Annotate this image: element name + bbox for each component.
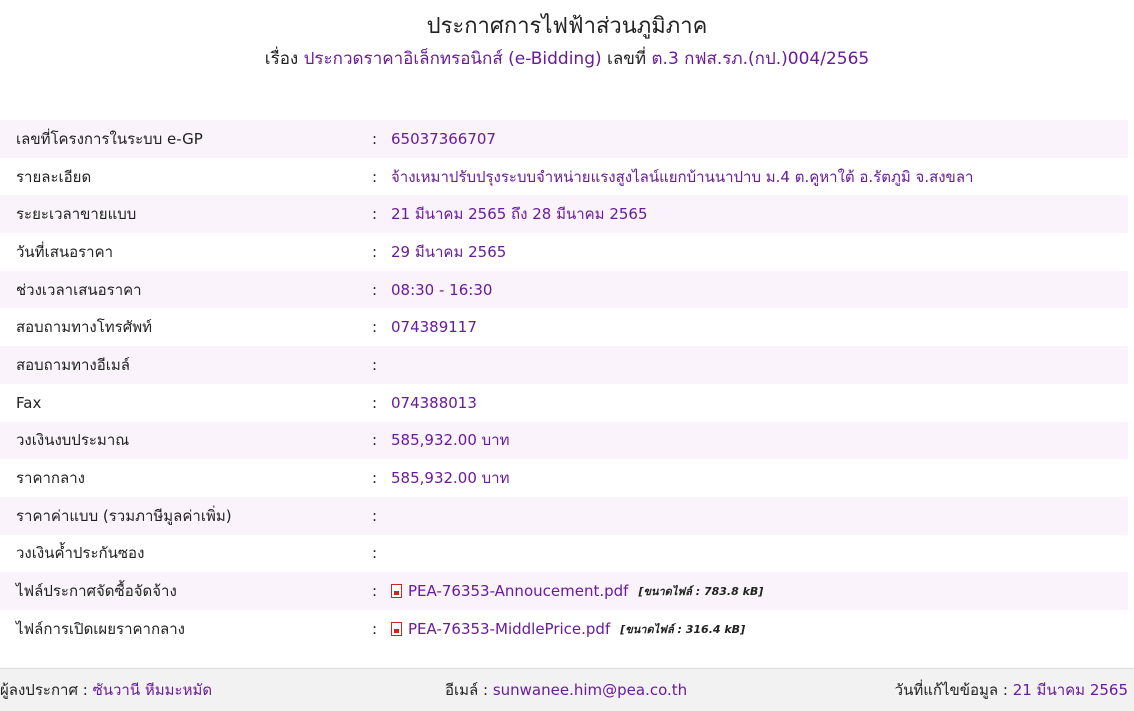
announcement-subject: เรื่อง ประกวดราคาอิเล็กทรอนิกส์ (e-Biddi… xyxy=(0,44,1134,74)
detail-label: ระยะเวลาขายแบบ xyxy=(16,205,137,224)
detail-row-middle-price: ราคากลาง : 585,932.00 บาท xyxy=(0,459,1128,497)
detail-row-budget: วงเงินงบประมาณ : 585,932.00 บาท xyxy=(0,421,1128,460)
detail-label: ไฟล์ประกาศจัดซื้อจัดจ้าง xyxy=(16,582,177,601)
contact-email-info: อีเมล์ : sunwanee.him@pea.co.th xyxy=(445,669,687,711)
detail-row-bid-date: วันที่เสนอราคา : 29 มีนาคม 2565 xyxy=(0,233,1128,271)
detail-label: สอบถามทางอีเมล์ xyxy=(16,355,130,374)
email-label: อีเมล์ : xyxy=(445,681,489,699)
file-entry: PEA-76353-Annoucement.pdf [ขนาดไฟล์ : 78… xyxy=(391,582,1128,600)
detail-row-email: สอบถามทางอีเมล์ : xyxy=(0,346,1128,384)
detail-row-middle-price-file: ไฟล์การเปิดเผยราคากลาง : PEA-76353-Middl… xyxy=(0,610,1128,648)
detail-value: 29 มีนาคม 2565 xyxy=(391,242,507,261)
detail-row-egp-project-number: เลขที่โครงการในระบบ e-GP : 65037366707 xyxy=(0,120,1128,158)
separator: : xyxy=(372,582,378,601)
detail-row-description: รายละเอียด : จ้างเหมาปรับปรุงระบบจำหน่าย… xyxy=(0,158,1128,196)
detail-value: จ้างเหมาปรับปรุงระบบจำหน่ายแรงสูงไลน์แยก… xyxy=(391,167,974,186)
pdf-file-icon[interactable] xyxy=(391,584,402,599)
detail-label: เลขที่โครงการในระบบ e-GP xyxy=(16,129,203,148)
detail-label: ช่วงเวลาเสนอราคา xyxy=(16,280,142,299)
detail-value: 074388013 xyxy=(391,393,477,412)
separator: : xyxy=(372,242,378,261)
detail-label: ราคากลาง xyxy=(16,469,85,488)
file-entry: PEA-76353-MiddlePrice.pdf [ขนาดไฟล์ : 31… xyxy=(391,620,1128,638)
detail-label: Fax xyxy=(16,393,42,412)
detail-label: ราคาค่าแบบ (รวมภาษีมูลค่าเพิ่ม) xyxy=(16,506,232,525)
last-updated-info: วันที่แก้ไขข้อมูล : 21 มีนาคม 2565 xyxy=(895,669,1128,711)
separator: : xyxy=(372,393,378,412)
detail-row-announcement-file: ไฟล์ประกาศจัดซื้อจัดจ้าง : PEA-76353-Ann… xyxy=(0,572,1128,610)
detail-row-bid-time: ช่วงเวลาเสนอราคา : 08:30 - 16:30 xyxy=(0,270,1128,309)
subject-value: ประกวดราคาอิเล็กทรอนิกส์ (e-Bidding) xyxy=(303,49,602,69)
announcer-info: ผู้ลงประกาศ : ซันวานี หีมมะหมัด xyxy=(0,669,212,711)
separator: : xyxy=(372,129,378,148)
detail-label: รายละเอียด xyxy=(16,167,92,186)
email-value: sunwanee.him@pea.co.th xyxy=(492,681,688,699)
announcement-file-link[interactable]: PEA-76353-Annoucement.pdf xyxy=(408,582,628,600)
separator: : xyxy=(372,469,378,488)
announcer-name: ซันวานี หีมมะหมัด xyxy=(92,681,213,699)
separator: : xyxy=(372,431,378,450)
detail-row-sale-period: ระยะเวลาขายแบบ : 21 มีนาคม 2565 ถึง 28 ม… xyxy=(0,195,1128,234)
separator: : xyxy=(372,355,378,374)
updated-label: วันที่แก้ไขข้อมูล : xyxy=(894,681,1008,699)
detail-value: 074389117 xyxy=(391,318,477,337)
detail-row-fax: Fax : 074388013 xyxy=(0,384,1128,422)
middle-price-file-link[interactable]: PEA-76353-MiddlePrice.pdf xyxy=(408,620,610,638)
separator: : xyxy=(372,619,378,638)
file-size: [ขนาดไฟล์ : 316.4 kB] xyxy=(620,622,746,636)
page-title: ประกาศการไฟฟ้าส่วนภูมิภาค xyxy=(426,14,708,39)
detail-label: ไฟล์การเปิดเผยราคากลาง xyxy=(16,619,185,638)
detail-label: วงเงินงบประมาณ xyxy=(16,431,130,450)
file-size: [ขนาดไฟล์ : 783.8 kB] xyxy=(638,585,764,599)
detail-value: 585,932.00 บาท xyxy=(391,431,510,450)
announcement-header: ประกาศการไฟฟ้าส่วนภูมิภาค เรื่อง ประกวดร… xyxy=(0,0,1134,74)
detail-row-phone: สอบถามทางโทรศัพท์ : 074389117 xyxy=(0,308,1128,346)
detail-row-bid-guarantee: วงเงินค้ำประกันซอง : xyxy=(0,535,1128,573)
pdf-file-icon[interactable] xyxy=(391,621,402,636)
subject-label: เรื่อง xyxy=(264,49,299,69)
updated-date: 21 มีนาคม 2565 xyxy=(1012,681,1128,699)
detail-value: 21 มีนาคม 2565 ถึง 28 มีนาคม 2565 xyxy=(391,205,648,224)
details-table: เลขที่โครงการในระบบ e-GP : 65037366707 ร… xyxy=(0,120,1128,648)
detail-value: 65037366707 xyxy=(391,129,496,148)
detail-value: 08:30 - 16:30 xyxy=(391,280,493,299)
detail-label: วันที่เสนอราคา xyxy=(16,242,114,261)
separator: : xyxy=(372,167,378,186)
detail-row-document-fee: ราคาค่าแบบ (รวมภาษีมูลค่าเพิ่ม) : xyxy=(0,496,1128,535)
number-value: ต.3 กฟส.รภ.(กป.)004/2565 xyxy=(651,49,870,69)
announcer-label: ผู้ลงประกาศ : xyxy=(0,681,88,699)
separator: : xyxy=(372,205,378,224)
detail-value: 585,932.00 บาท xyxy=(391,469,510,488)
number-label: เลขที่ xyxy=(607,49,647,69)
detail-label: วงเงินค้ำประกันซอง xyxy=(16,544,145,563)
separator: : xyxy=(372,318,378,337)
separator: : xyxy=(372,506,378,525)
announcement-page: ประกาศการไฟฟ้าส่วนภูมิภาค เรื่อง ประกวดร… xyxy=(0,0,1134,711)
separator: : xyxy=(372,280,378,299)
detail-label: สอบถามทางโทรศัพท์ xyxy=(16,318,153,337)
announcement-footer: ผู้ลงประกาศ : ซันวานี หีมมะหมัด อีเมล์ :… xyxy=(0,668,1134,711)
separator: : xyxy=(372,544,378,563)
